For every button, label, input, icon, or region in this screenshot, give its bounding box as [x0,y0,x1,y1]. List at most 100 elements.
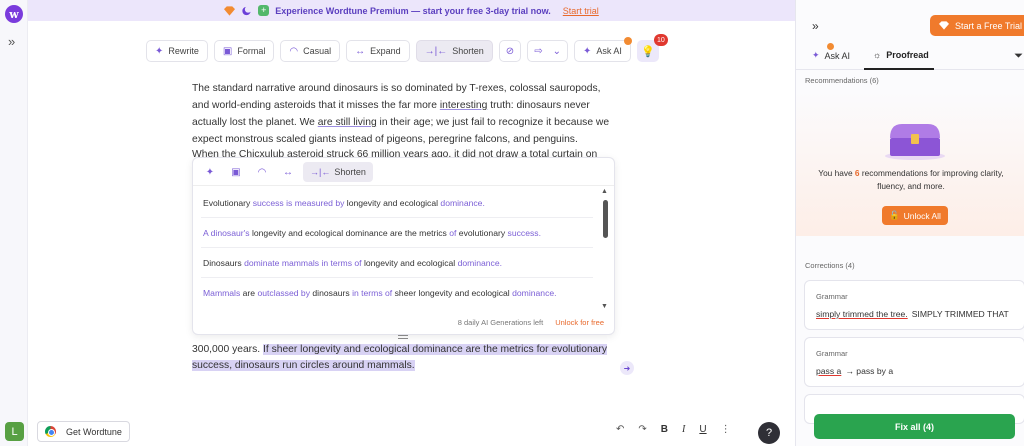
notification-dot [827,43,834,50]
start-free-trial-button[interactable]: Start a Free Trial [930,15,1024,36]
scroll-down-icon[interactable]: ▼ [601,303,608,310]
text-span: You have [818,168,855,178]
more-icon[interactable]: ⋮ [721,424,731,435]
bold-icon[interactable]: B [661,424,668,435]
unlock-link[interactable]: Unlock for free [555,318,604,327]
expand-icon[interactable]: ↔ [277,162,299,182]
text-span: recommendations for improving clarity, f… [859,168,1004,191]
suggestion-item[interactable]: Evolutionary success is measured by long… [201,188,593,218]
start-trial-link[interactable]: Start trial [563,6,599,16]
help-button[interactable]: ? [758,422,780,444]
document-paragraph-3[interactable]: 300,000 years. If sheer longevity and ec… [192,342,617,374]
briefcase-icon[interactable]: ▣ [225,162,247,182]
correction-fix[interactable]: SIMPLY TRIMMED THAT [912,309,1009,319]
popup-scrollbar[interactable]: ▲ ▼ [601,188,609,310]
tab-ask-ai[interactable]: ✦ Ask AI [812,43,851,61]
correction-fix[interactable]: → pass by a [845,366,893,376]
arrow-right-icon: ⇨ [534,45,543,57]
heart-gem-icon [224,5,236,16]
banner-text: Experience Wordtune Premium — start your… [275,5,551,16]
generations-left: 8 daily AI Generations left [457,318,544,327]
suggestions-popup: ✦ ▣ ◠ ↔ →|← Shorten Evolutionary success… [192,157,615,335]
shorten-icon: →|← [310,167,331,177]
expand-label: Expand [370,46,401,56]
slipper-icon[interactable]: ◠ [251,162,273,182]
text-span: longevity and ecological [344,198,441,208]
collapse-panel-icon[interactable]: » [812,19,819,33]
gem-icon [939,21,949,30]
suggestion-item[interactable]: Mammals are outclassed by dinosaurs in t… [201,278,593,307]
ask-ai-label: Ask AI [596,46,622,56]
expand-button[interactable]: ↔ Expand [346,40,410,62]
text-span: Dinosaurs [203,258,245,268]
continue-button[interactable]: ⇨ ⌄ [527,40,568,62]
fix-all-button[interactable]: Fix all (4) [814,414,1015,439]
shorten-button[interactable]: →|← Shorten [415,40,493,62]
tab-ask-ai-label: Ask AI [824,50,851,61]
undo-icon[interactable]: ↶ [616,424,624,435]
moon-icon [242,5,252,15]
correction-kind: Grammar [816,292,848,301]
trial-label: Start a Free Trial [955,20,1023,31]
active-tab-indicator [864,68,934,70]
lightbulb-icon: 💡 [641,45,655,58]
correction-card[interactable]: Grammar simply trimmed the tree. SIMPLY T… [804,280,1024,330]
shorten-tab[interactable]: →|← Shorten [303,162,373,182]
correction-card[interactable]: Grammar pass a → pass by a [804,337,1024,387]
filter-icon[interactable]: ⏷ [1014,50,1023,63]
corrections-label: Corrections (4) [805,261,855,270]
text-span: dinosaurs [310,288,353,298]
scrollbar-thumb[interactable] [603,200,608,238]
sparkle-icon: ✦ [155,45,164,57]
get-wordtune-button[interactable]: Get Wordtune [37,421,130,442]
premium-banner: + Experience Wordtune Premium — start yo… [28,0,795,21]
unlock-all-label: Unlock All [903,210,941,221]
resize-handle[interactable] [398,335,408,339]
underline-icon[interactable]: U [699,424,706,435]
arrow-right-icon[interactable]: ➜ [620,361,634,375]
changed-text: success. [507,228,541,238]
scroll-up-icon[interactable]: ▲ [601,188,608,195]
sparkle-icon[interactable]: ✦ [199,162,221,182]
casual-label: Casual [303,46,332,56]
lock-icon: 🔓 [889,210,900,220]
suggestion-item[interactable]: Dinosaurs dominate mammals in terms of l… [201,248,593,278]
shorten-label: Shorten [452,46,484,56]
suggestion-underline[interactable]: interesting [440,100,488,111]
get-wordtune-label: Get Wordtune [66,426,122,437]
changed-text: dominance. [512,288,557,298]
format-toolbar: ↶ ↷ B I U ⋮ [616,424,731,435]
notification-dot [623,37,632,45]
changed-text: A dinosaur's [203,228,250,238]
rewrite-button[interactable]: ✦ Rewrite [146,40,208,62]
redo-icon[interactable]: ↷ [638,424,646,435]
changed-text: outclassed by [257,288,311,298]
recommendations-button[interactable]: 💡 10 [636,34,668,62]
shorten-icon: →|← [424,45,448,57]
expand-icon: ↔ [355,45,366,57]
rewrite-label: Rewrite [168,46,199,56]
recommendations-label: Recommendations (6) [805,76,879,85]
casual-button[interactable]: ◠ Casual [280,40,341,62]
suggestion-item[interactable]: A dinosaur's longevity and ecological do… [201,218,593,248]
ask-ai-button[interactable]: ✦ Ask AI [573,37,632,62]
italic-icon[interactable]: I [682,424,685,435]
wordtune-logo[interactable]: w [5,5,23,23]
recommendations-text: You have 6 recommendations for improving… [816,167,1006,193]
formal-button[interactable]: ▣ Formal [213,40,275,62]
suggestion-list: Evolutionary success is measured by long… [201,188,593,307]
unlock-all-button[interactable]: 🔓 Unlock All [882,206,948,225]
avatar[interactable]: L [5,422,24,441]
expand-sidebar-icon[interactable]: » [8,34,15,49]
text-span: sheer longevity and ecological [392,288,513,298]
document-paragraph-1[interactable]: The standard narrative around dinosaurs … [192,80,612,148]
lightbulb-icon: ☼ [873,50,882,60]
suggestion-underline[interactable]: are still living [318,117,377,128]
correction-error: simply trimmed the tree. [816,309,908,319]
chevron-down-icon[interactable]: ⌄ [553,46,561,57]
popup-toolbar: ✦ ▣ ◠ ↔ →|← Shorten [199,162,373,182]
panel-tabs: ✦ Ask AI ☼ Proofread ⏷ [796,43,1024,70]
tab-proofread[interactable]: ☼ Proofread [873,50,929,60]
link-button[interactable]: ⊘ [498,40,522,62]
left-rail: w » L [0,0,28,446]
